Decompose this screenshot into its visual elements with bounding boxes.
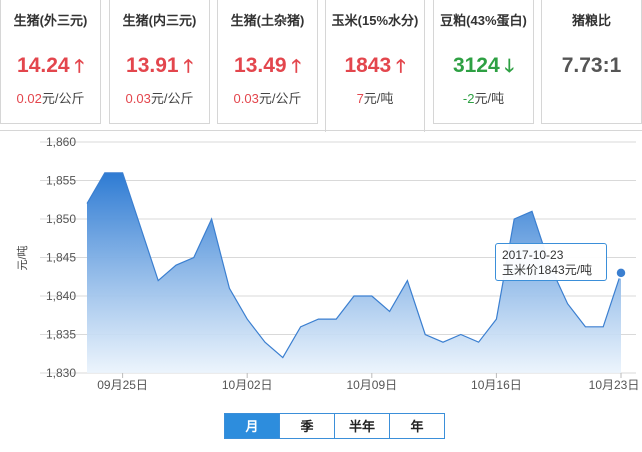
- y-axis-ticks: 1,830 1,835 1,840 1,845 1,850 1,855 1,860: [46, 135, 76, 380]
- y-tick-label: 1,855: [46, 174, 76, 188]
- range-month-button[interactable]: 月: [224, 413, 280, 439]
- data-points: [615, 267, 627, 279]
- y-axis-label: 元/吨: [16, 245, 29, 270]
- highlighted-data-point[interactable]: [615, 267, 627, 279]
- y-tick-label: 1,840: [46, 289, 76, 303]
- range-halfyear-button[interactable]: 半年: [334, 413, 390, 439]
- tooltip-date: 2017-10-23: [502, 248, 564, 262]
- x-tick-label: 10月16日: [471, 378, 522, 392]
- y-tick-label: 1,830: [46, 366, 76, 380]
- y-tick-label: 1,860: [46, 135, 76, 149]
- x-tick-label: 10月23日: [589, 378, 640, 392]
- x-tick-label: 10月09日: [346, 378, 397, 392]
- range-quarter-button[interactable]: 季: [279, 413, 335, 439]
- y-tick-label: 1,850: [46, 212, 76, 226]
- y-tick-label: 1,845: [46, 251, 76, 265]
- tooltip: 2017-10-23 玉米价1843元/吨: [495, 243, 607, 281]
- y-tick-label: 1,835: [46, 328, 76, 342]
- range-year-button[interactable]: 年: [389, 413, 445, 439]
- x-tick-label: 09月25日: [97, 378, 148, 392]
- price-chart: 1,8301,8351,8401,8451,8501,8551,860 元/吨 …: [16, 135, 639, 392]
- x-tick-label: 10月02日: [222, 378, 273, 392]
- x-axis-ticks: 09月25日 10月02日 10月09日 10月16日 10月23日: [97, 373, 639, 392]
- tooltip-text: 玉米价1843元/吨: [502, 263, 593, 277]
- range-selector: 月 季 半年 年: [224, 413, 445, 439]
